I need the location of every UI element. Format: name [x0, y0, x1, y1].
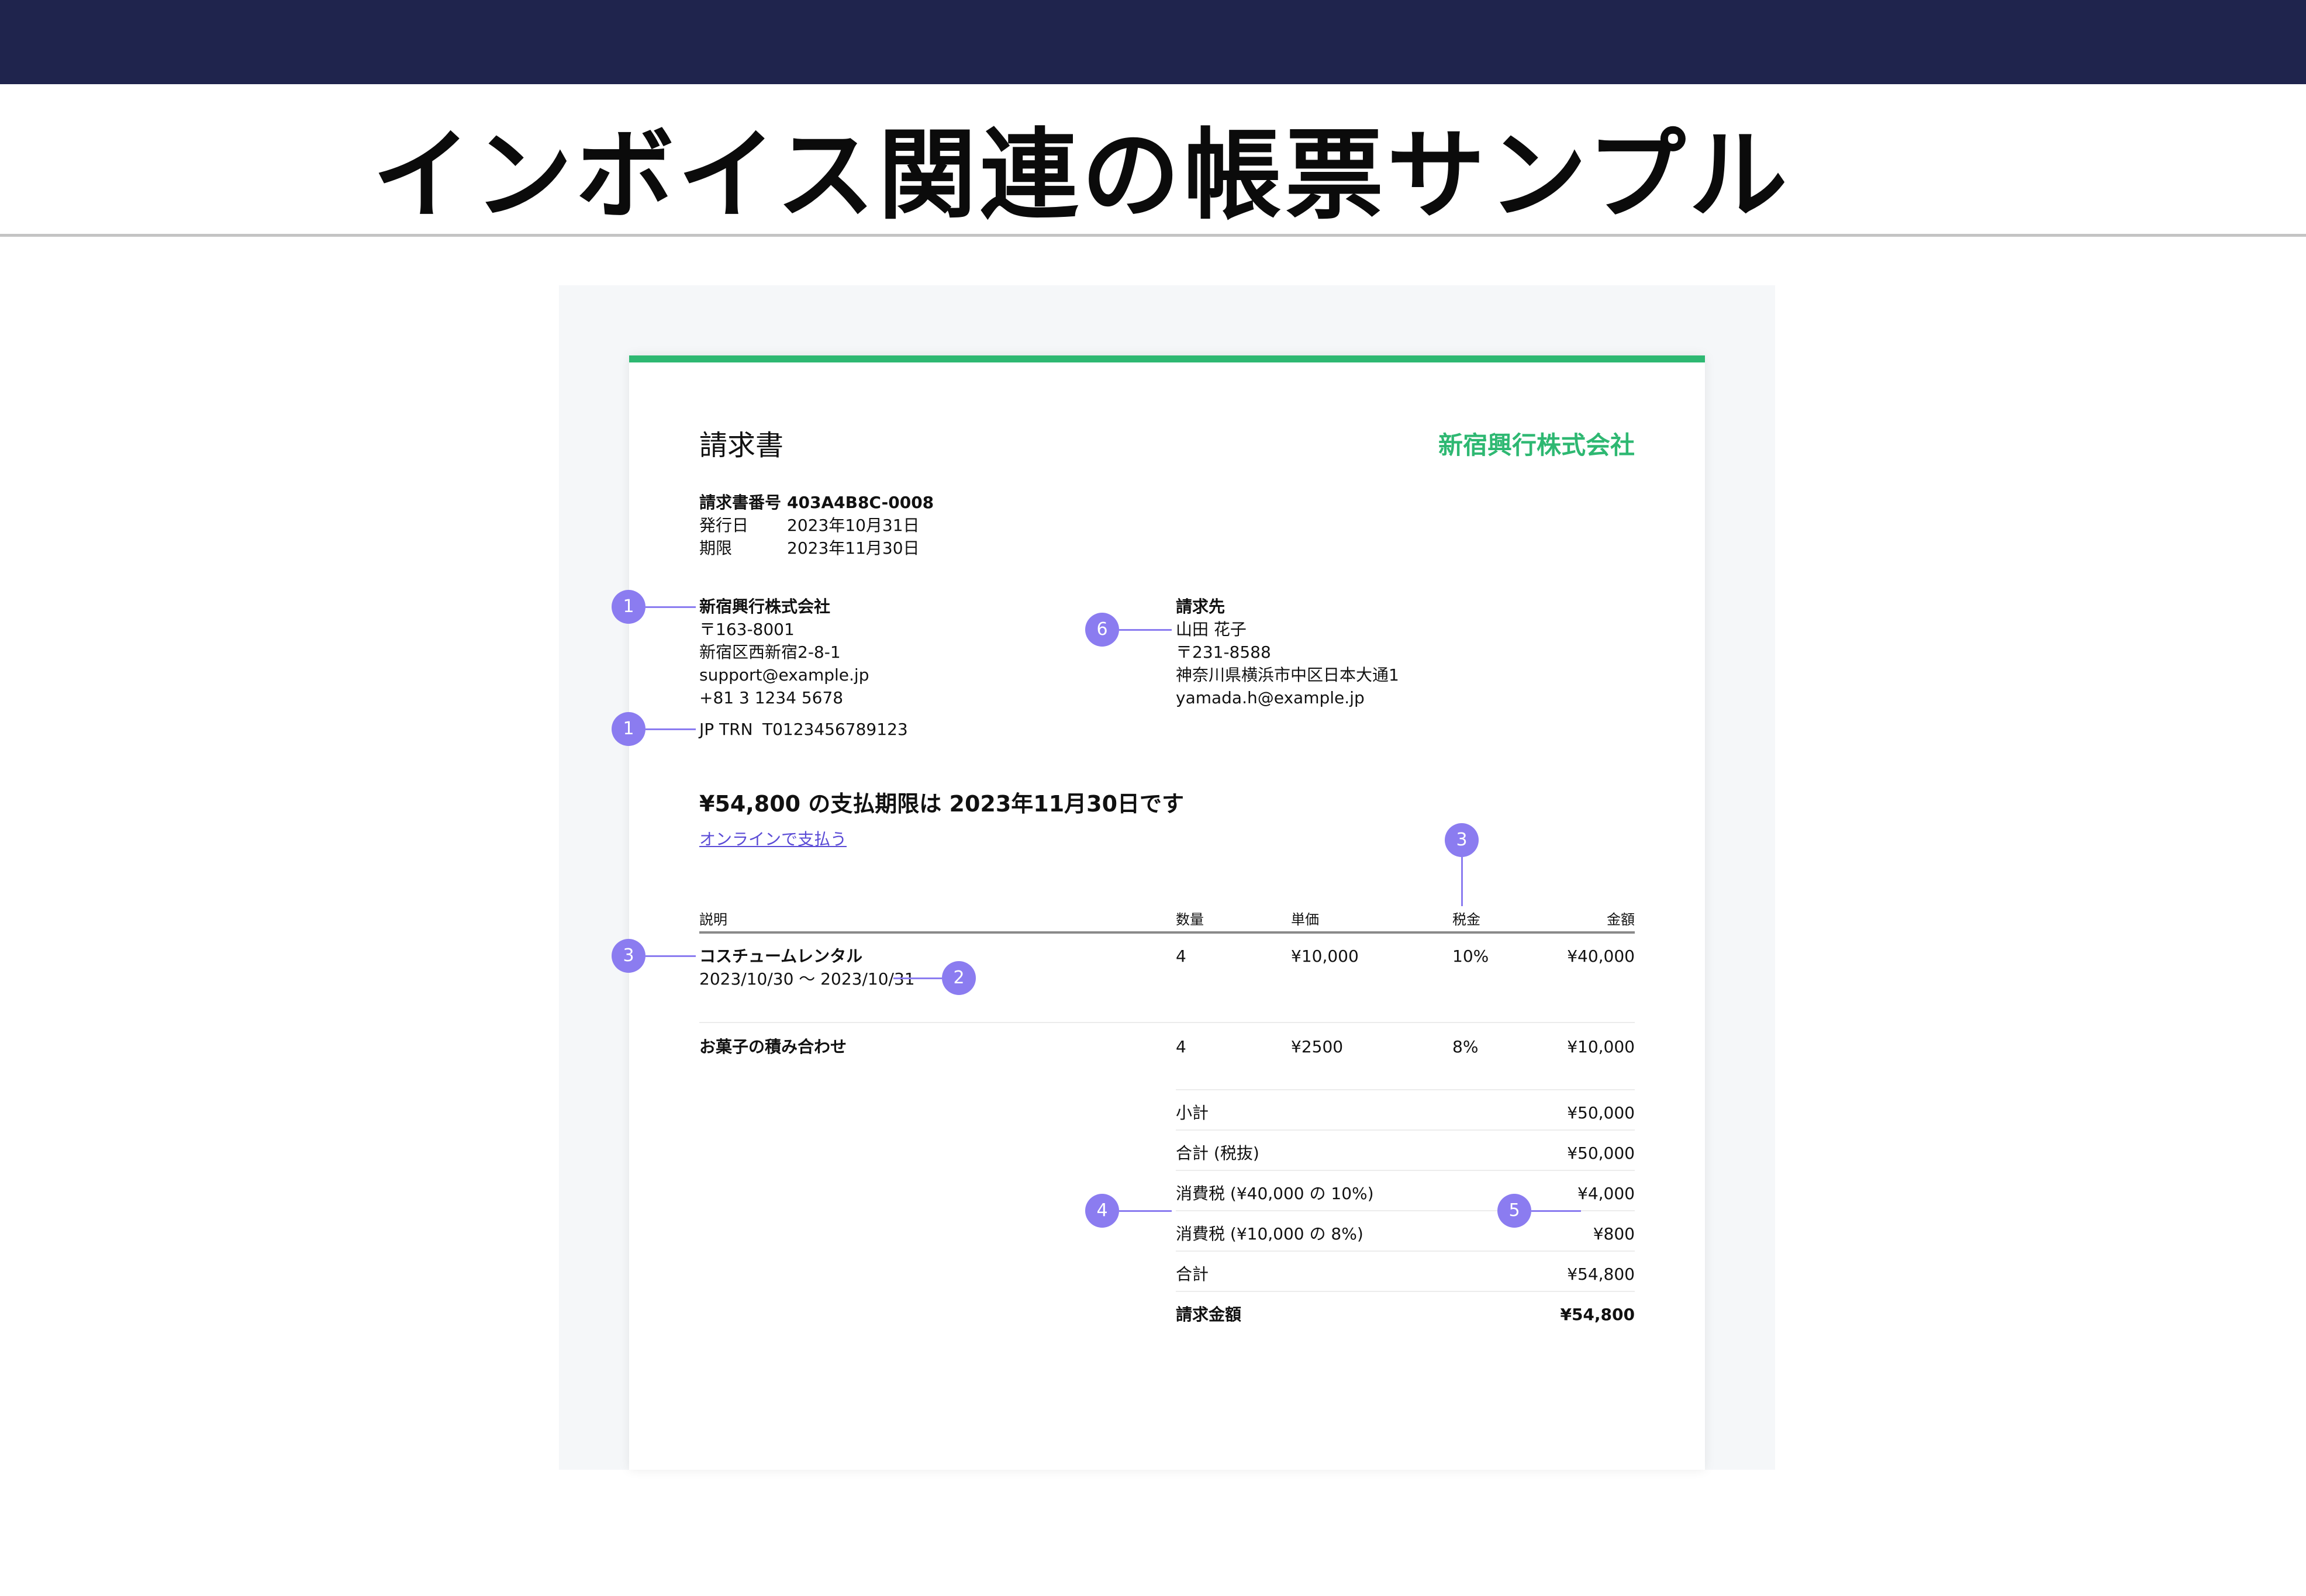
- row-tax: 8%: [1452, 1037, 1479, 1056]
- col-header-unit-price: 単価: [1291, 911, 1319, 928]
- annotation-marker: 2: [942, 961, 976, 995]
- bill-to-heading: 請求先: [1176, 597, 1226, 616]
- row-amount: ¥40,000: [1567, 946, 1635, 966]
- annotation-leader: [1119, 1210, 1172, 1212]
- bill-to-email: yamada.h@example.jp: [1176, 688, 1365, 707]
- invoice-number-label: 請求書番号: [699, 493, 782, 512]
- due-date-label: 期限: [699, 538, 733, 558]
- issue-date-label: 発行日: [699, 516, 749, 535]
- annotation-leader: [893, 977, 942, 979]
- col-header-amount: 金額: [1607, 911, 1635, 928]
- total-excl-tax-label: 合計 (税抜): [1176, 1144, 1259, 1163]
- annotation-leader: [1531, 1210, 1581, 1212]
- bill-to-postal: 〒231-8588: [1176, 642, 1271, 662]
- row-description: コスチュームレンタル: [699, 946, 863, 966]
- consumption-tax-10-label: 消費税 (¥40,000 の 10%): [1176, 1184, 1374, 1203]
- subtotal-value: ¥50,000: [1567, 1103, 1635, 1122]
- invoice-title: 請求書: [699, 429, 784, 462]
- issuer-trn-label: JP TRN: [699, 720, 753, 739]
- row-amount: ¥10,000: [1567, 1037, 1635, 1056]
- grand-total-value: ¥54,800: [1567, 1265, 1635, 1284]
- subtotal-label: 小計: [1176, 1103, 1209, 1122]
- col-header-tax: 税金: [1452, 911, 1480, 928]
- annotation-leader: [645, 955, 696, 957]
- col-header-description: 説明: [699, 911, 727, 928]
- row-tax: 10%: [1452, 946, 1489, 966]
- issuer-email: support@example.jp: [699, 665, 869, 685]
- document-preview-frame: 請求書 新宿興行株式会社 請求書番号 403A4B8C-0008 発行日 202…: [559, 285, 1775, 1470]
- issuer-name: 新宿興行株式会社: [699, 597, 831, 616]
- totals-divider: [1176, 1250, 1635, 1252]
- consumption-tax-8-label: 消費税 (¥10,000 の 8%): [1176, 1224, 1363, 1243]
- annotation-leader: [1119, 629, 1172, 631]
- issue-date-value: 2023年10月31日: [787, 516, 920, 535]
- row-qty: 4: [1176, 946, 1186, 966]
- amount-billed-value: ¥54,800: [1560, 1305, 1635, 1324]
- pay-online-link[interactable]: オンラインで支払う: [699, 828, 847, 851]
- issuer-postal: 〒163-8001: [699, 620, 795, 639]
- sheet-accent-bar: [629, 355, 1705, 362]
- grand-total-label: 合計: [1176, 1265, 1209, 1284]
- annotation-leader: [645, 728, 696, 730]
- row-unit-price: ¥2500: [1291, 1037, 1344, 1056]
- col-header-qty: 数量: [1176, 911, 1204, 928]
- page-title: インボイス関連の帳票サンプル: [372, 118, 1791, 233]
- totals-divider: [1176, 1170, 1635, 1171]
- totals-divider: [1176, 1129, 1635, 1131]
- due-date-value: 2023年11月30日: [787, 538, 920, 558]
- annotation-marker: 1: [612, 590, 645, 624]
- row-divider: [699, 1022, 1635, 1023]
- issuer-logo: 新宿興行株式会社: [1438, 431, 1635, 460]
- row-unit-price: ¥10,000: [1291, 946, 1359, 966]
- annotation-marker: 5: [1497, 1194, 1531, 1228]
- total-excl-tax-value: ¥50,000: [1567, 1144, 1635, 1163]
- amount-billed-label: 請求金額: [1176, 1305, 1242, 1324]
- issuer-address: 新宿区西新宿2-8-1: [699, 642, 841, 662]
- annotation-leader: [1461, 857, 1463, 906]
- row-period: 2023/10/30 〜 2023/10/31: [699, 969, 915, 989]
- row-qty: 4: [1176, 1037, 1186, 1056]
- bill-to-name: 山田 花子: [1176, 620, 1247, 639]
- totals-divider: [1176, 1291, 1635, 1292]
- annotation-leader: [645, 606, 696, 608]
- table-header-rule: [699, 931, 1635, 934]
- annotation-marker: 1: [612, 712, 645, 746]
- row-description: お菓子の積み合わせ: [699, 1037, 847, 1056]
- totals-divider: [1176, 1089, 1635, 1090]
- issuer-trn-value: T0123456789123: [762, 720, 908, 739]
- annotation-marker: 4: [1085, 1194, 1119, 1228]
- title-divider: [0, 234, 2306, 237]
- issuer-phone: +81 3 1234 5678: [699, 688, 844, 707]
- due-summary: ¥54,800 の支払期限は 2023年11月30日です: [699, 791, 1185, 817]
- top-banner: [0, 0, 2306, 84]
- invoice-number-value: 403A4B8C-0008: [787, 493, 934, 512]
- annotation-marker: 3: [1445, 823, 1479, 857]
- bill-to-address: 神奈川県横浜市中区日本大通1: [1176, 665, 1399, 685]
- annotation-marker: 6: [1085, 613, 1119, 647]
- invoice-sheet: 請求書 新宿興行株式会社 請求書番号 403A4B8C-0008 発行日 202…: [612, 355, 1705, 1470]
- annotation-marker: 3: [612, 939, 645, 973]
